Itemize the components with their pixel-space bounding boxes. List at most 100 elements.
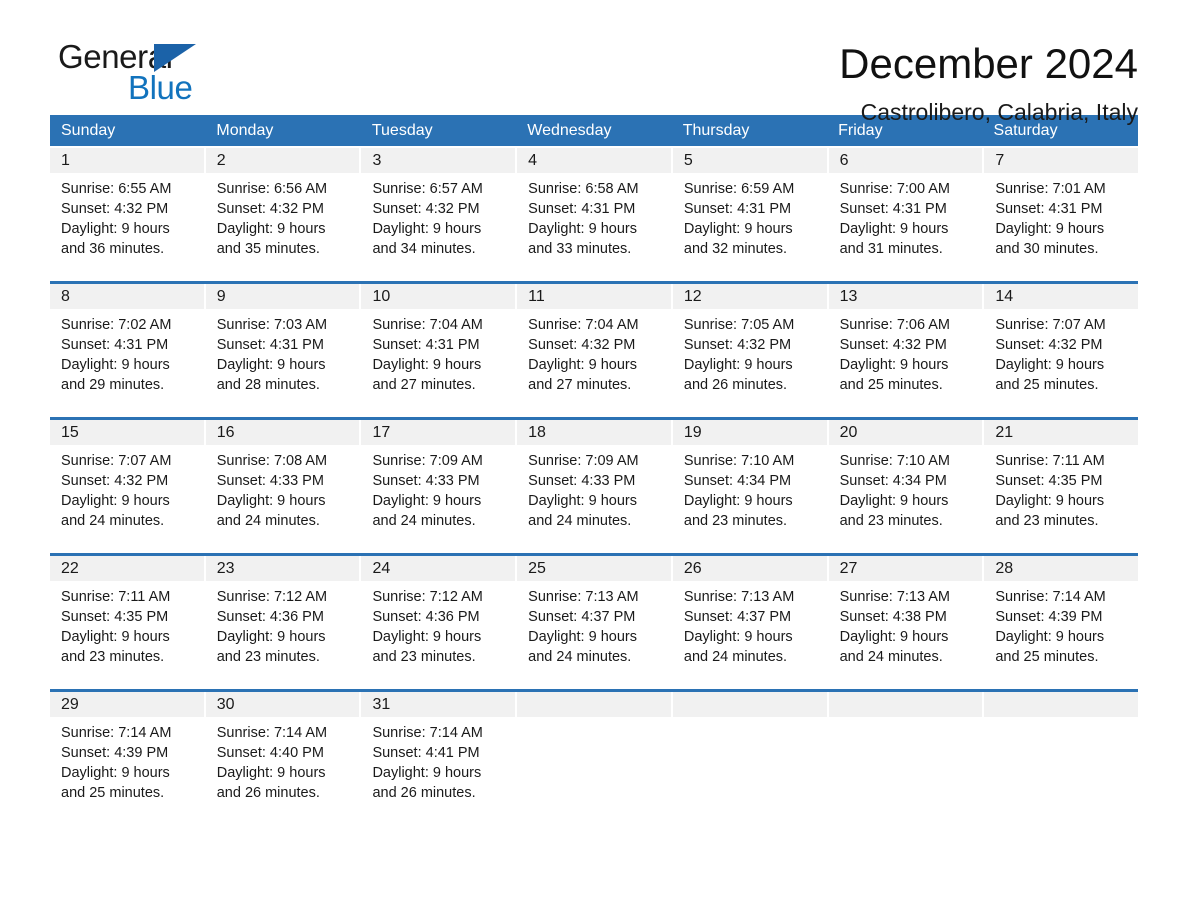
day-number-band: 14 <box>984 284 1139 309</box>
day-cell[interactable]: 13 Sunrise: 7:06 AM Sunset: 4:32 PM Dayl… <box>828 284 983 406</box>
day-cell[interactable]: 3 Sunrise: 6:57 AM Sunset: 4:32 PM Dayli… <box>361 148 516 270</box>
day-cell[interactable]: 23 Sunrise: 7:12 AM Sunset: 4:36 PM Dayl… <box>205 556 360 678</box>
daylight-text-line1: Daylight: 9 hours <box>528 493 637 509</box>
sunset-text: Sunset: 4:32 PM <box>61 473 169 489</box>
sunrise-text: Sunrise: 6:56 AM <box>216 181 328 197</box>
sunset-text: Sunset: 4:33 PM <box>216 473 324 489</box>
day-number-band: 3 <box>361 148 516 173</box>
daylight-text-line2: and 23 minutes. <box>61 649 165 665</box>
day-number-band: 30 <box>205 692 360 717</box>
sunrise-text: Sunrise: 7:14 AM <box>995 589 1106 605</box>
day-cell[interactable]: 14 Sunrise: 7:07 AM Sunset: 4:32 PM Dayl… <box>984 284 1139 406</box>
day-cell[interactable]: 20 Sunrise: 7:10 AM Sunset: 4:34 PM Dayl… <box>828 420 983 542</box>
sunset-text: Sunset: 4:40 PM <box>216 745 324 761</box>
day-cell[interactable]: 26 Sunrise: 7:13 AM Sunset: 4:37 PM Dayl… <box>672 556 827 678</box>
day-cell[interactable]: 30 Sunrise: 7:14 AM Sunset: 4:40 PM Dayl… <box>205 692 360 814</box>
daylight-text-line2: and 23 minutes. <box>372 649 476 665</box>
day-cell[interactable]: 24 Sunrise: 7:12 AM Sunset: 4:36 PM Dayl… <box>361 556 516 678</box>
day-number-band: 15 <box>50 420 204 445</box>
day-number: 17 <box>372 424 391 441</box>
day-number-band: 29 <box>50 692 204 717</box>
day-info: Sunrise: 7:07 AM Sunset: 4:32 PM Dayligh… <box>984 309 1138 395</box>
day-info: Sunrise: 7:14 AM Sunset: 4:40 PM Dayligh… <box>206 717 360 803</box>
day-cell[interactable]: 4 Sunrise: 6:58 AM Sunset: 4:31 PM Dayli… <box>517 148 671 270</box>
logo-generalblue[interactable]: General Blue <box>50 38 250 114</box>
day-cell[interactable]: 5 Sunrise: 6:59 AM Sunset: 4:31 PM Dayli… <box>672 148 827 270</box>
day-info: Sunrise: 7:14 AM Sunset: 4:41 PM Dayligh… <box>361 717 515 803</box>
day-cell[interactable]: 22 Sunrise: 7:11 AM Sunset: 4:35 PM Dayl… <box>50 556 204 678</box>
sunrise-text: Sunrise: 7:09 AM <box>372 453 483 469</box>
day-number-band: 1 <box>50 148 204 173</box>
sunset-text: Sunset: 4:32 PM <box>683 337 792 353</box>
sunrise-text: Sunrise: 7:03 AM <box>216 317 328 333</box>
day-number: 24 <box>372 560 391 577</box>
sunrise-text: Sunrise: 7:10 AM <box>839 453 951 469</box>
day-number-band: 27 <box>828 556 983 581</box>
day-cell[interactable]: 8 Sunrise: 7:02 AM Sunset: 4:31 PM Dayli… <box>50 284 204 406</box>
sunset-text: Sunset: 4:39 PM <box>995 609 1103 625</box>
sunrise-text: Sunrise: 7:08 AM <box>216 453 328 469</box>
weekday-header-thursday: Thursday <box>682 122 750 139</box>
sunrise-text: Sunrise: 7:07 AM <box>61 453 172 469</box>
day-number: 16 <box>216 424 235 441</box>
daylight-text-line1: Daylight: 9 hours <box>683 357 793 373</box>
day-number: 14 <box>995 288 1014 305</box>
day-cell[interactable]: 15 Sunrise: 7:07 AM Sunset: 4:32 PM Dayl… <box>50 420 204 542</box>
day-cell[interactable]: 10 Sunrise: 7:04 AM Sunset: 4:31 PM Dayl… <box>361 284 516 406</box>
day-cell[interactable]: 1 Sunrise: 6:55 AM Sunset: 4:32 PM Dayli… <box>50 148 204 270</box>
day-cell[interactable]: 18 Sunrise: 7:09 AM Sunset: 4:33 PM Dayl… <box>517 420 671 542</box>
day-number: 20 <box>839 424 858 441</box>
daylight-text-line2: and 24 minutes. <box>528 649 632 665</box>
sunset-text: Sunset: 4:35 PM <box>61 609 169 625</box>
daylight-text-line1: Daylight: 9 hours <box>995 221 1105 237</box>
day-number-band: 8 <box>50 284 204 309</box>
day-cell[interactable]: 27 Sunrise: 7:13 AM Sunset: 4:38 PM Dayl… <box>828 556 983 678</box>
day-cell[interactable]: 11 Sunrise: 7:04 AM Sunset: 4:32 PM Dayl… <box>517 284 671 406</box>
day-cell[interactable]: 6 Sunrise: 7:00 AM Sunset: 4:31 PM Dayli… <box>828 148 983 270</box>
day-cell-empty <box>828 692 983 814</box>
daylight-text-line1: Daylight: 9 hours <box>61 765 170 781</box>
daylight-text-line1: Daylight: 9 hours <box>683 629 793 645</box>
daylight-text-line2: and 31 minutes. <box>839 241 943 257</box>
day-cell[interactable]: 2 Sunrise: 6:56 AM Sunset: 4:32 PM Dayli… <box>205 148 360 270</box>
day-number-band: 25 <box>517 556 671 581</box>
day-cell[interactable]: 12 Sunrise: 7:05 AM Sunset: 4:32 PM Dayl… <box>672 284 827 406</box>
daylight-text-line1: Daylight: 9 hours <box>372 357 482 373</box>
daylight-text-line2: and 24 minutes. <box>839 649 943 665</box>
day-number-band: 12 <box>672 284 827 309</box>
day-cell[interactable]: 31 Sunrise: 7:14 AM Sunset: 4:41 PM Dayl… <box>361 692 516 814</box>
day-number: 3 <box>372 152 382 169</box>
day-cell[interactable]: 21 Sunrise: 7:11 AM Sunset: 4:35 PM Dayl… <box>984 420 1139 542</box>
daylight-text-line1: Daylight: 9 hours <box>683 493 793 509</box>
weekday-header-row: Sunday Monday Tuesday Wednesday Thursday… <box>50 115 1138 146</box>
day-info: Sunrise: 7:10 AM Sunset: 4:34 PM Dayligh… <box>673 445 827 531</box>
day-number: 25 <box>528 560 546 577</box>
day-cell[interactable]: 17 Sunrise: 7:09 AM Sunset: 4:33 PM Dayl… <box>361 420 516 542</box>
daylight-text-line2: and 27 minutes. <box>372 377 476 393</box>
day-number: 31 <box>372 696 391 713</box>
day-cell[interactable]: 25 Sunrise: 7:13 AM Sunset: 4:37 PM Dayl… <box>517 556 671 678</box>
daylight-text-line1: Daylight: 9 hours <box>372 629 482 645</box>
day-number-band: 23 <box>205 556 360 581</box>
day-cell[interactable]: 19 Sunrise: 7:10 AM Sunset: 4:34 PM Dayl… <box>672 420 827 542</box>
sunrise-text: Sunrise: 7:12 AM <box>216 589 328 605</box>
daylight-text-line2: and 32 minutes. <box>683 241 788 257</box>
sunrise-text: Sunrise: 6:59 AM <box>683 181 795 197</box>
day-number-band: 10 <box>361 284 516 309</box>
sunrise-text: Sunrise: 7:11 AM <box>61 589 171 605</box>
day-cell[interactable]: 16 Sunrise: 7:08 AM Sunset: 4:33 PM Dayl… <box>205 420 360 542</box>
day-number-band: 24 <box>361 556 516 581</box>
day-info: Sunrise: 7:11 AM Sunset: 4:35 PM Dayligh… <box>50 581 204 667</box>
day-number: 23 <box>216 560 235 577</box>
day-number-band: 2 <box>205 148 360 173</box>
day-cell[interactable]: 29 Sunrise: 7:14 AM Sunset: 4:39 PM Dayl… <box>50 692 204 814</box>
daylight-text-line2: and 27 minutes. <box>528 377 632 393</box>
sunrise-text: Sunrise: 7:01 AM <box>995 181 1106 197</box>
day-info: Sunrise: 7:04 AM Sunset: 4:32 PM Dayligh… <box>517 309 671 395</box>
daylight-text-line1: Daylight: 9 hours <box>528 221 637 237</box>
day-cell[interactable]: 9 Sunrise: 7:03 AM Sunset: 4:31 PM Dayli… <box>205 284 360 406</box>
sunrise-text: Sunrise: 7:13 AM <box>839 589 951 605</box>
day-cell[interactable]: 7 Sunrise: 7:01 AM Sunset: 4:31 PM Dayli… <box>984 148 1139 270</box>
day-cell[interactable]: 28 Sunrise: 7:14 AM Sunset: 4:39 PM Dayl… <box>984 556 1139 678</box>
sunrise-text: Sunrise: 7:00 AM <box>839 181 951 197</box>
